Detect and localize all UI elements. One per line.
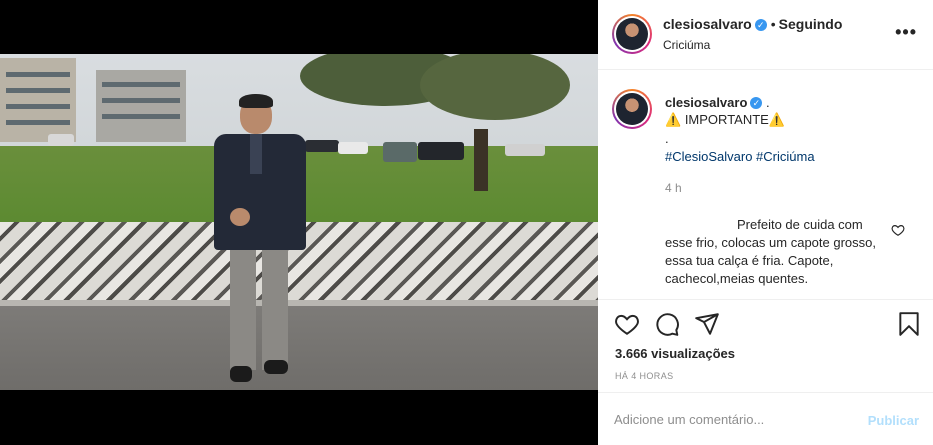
save-icon[interactable] (896, 311, 922, 337)
caption-username[interactable]: clesiosalvaro (665, 95, 747, 110)
post-actions: 3.666 visualizações HÁ 4 HORAS (598, 299, 933, 391)
comment-text: Prefeito de cuida com esse frio, colocas… (665, 216, 880, 288)
parked-car (305, 140, 339, 152)
comment-body: Prefeito de cuida com esse frio, colocas… (665, 217, 876, 286)
warning-icon: ⚠️ (665, 112, 682, 127)
avatar[interactable] (612, 89, 652, 129)
parked-car (505, 144, 545, 156)
building (0, 58, 76, 142)
following-button[interactable]: Seguindo (779, 16, 843, 32)
parked-car (383, 142, 417, 162)
caption-important: IMPORTANTE (684, 112, 769, 127)
more-icon[interactable]: ••• (895, 22, 917, 43)
verified-icon: ✓ (754, 19, 767, 31)
caption-important-line: ⚠️ IMPORTANTE⚠️ (665, 112, 785, 128)
like-comment-icon[interactable] (891, 223, 905, 237)
header-user-line: clesiosalvaro ✓ • Seguindo (663, 16, 842, 34)
parked-car (418, 142, 464, 160)
caption-user-line: clesiosalvaro ✓ . (665, 95, 770, 110)
tree-trunk (474, 129, 488, 191)
avatar[interactable] (612, 14, 652, 54)
parked-car (48, 134, 74, 146)
post-panel: clesiosalvaro ✓ • Seguindo Criciúma ••• cle… (598, 0, 933, 445)
location-link[interactable]: Criciúma (663, 38, 710, 52)
video-player[interactable] (0, 0, 598, 445)
warning-icon: ⚠️ (768, 112, 786, 127)
header-username[interactable]: clesiosalvaro (663, 16, 752, 32)
video-frame[interactable] (0, 54, 598, 390)
comment-icon[interactable] (654, 311, 680, 337)
publish-button[interactable]: Publicar (868, 413, 919, 428)
verified-icon: ✓ (750, 97, 763, 109)
comments-area[interactable]: clesiosalvaro ✓ . ⚠️ IMPORTANTE⚠️ . #Cles… (598, 71, 933, 299)
share-icon[interactable] (694, 311, 720, 337)
caption-dot: . (665, 131, 669, 146)
parked-car (338, 142, 368, 154)
separator-dot: • (770, 16, 776, 32)
views-count[interactable]: 3.666 visualizações (615, 346, 735, 361)
post-header: clesiosalvaro ✓ • Seguindo Criciúma ••• (598, 0, 933, 70)
like-icon[interactable] (614, 311, 640, 337)
caption-hashtags[interactable]: #ClesioSalvaro #Criciúma (665, 149, 815, 164)
building (96, 70, 186, 142)
caption-time: 4 h (665, 181, 682, 195)
comment-input[interactable] (614, 405, 854, 433)
caption-trailing: . (766, 95, 770, 110)
add-comment-bar: Publicar (598, 392, 933, 445)
post-timestamp[interactable]: HÁ 4 HORAS (615, 371, 674, 381)
man-speaking (210, 88, 310, 390)
